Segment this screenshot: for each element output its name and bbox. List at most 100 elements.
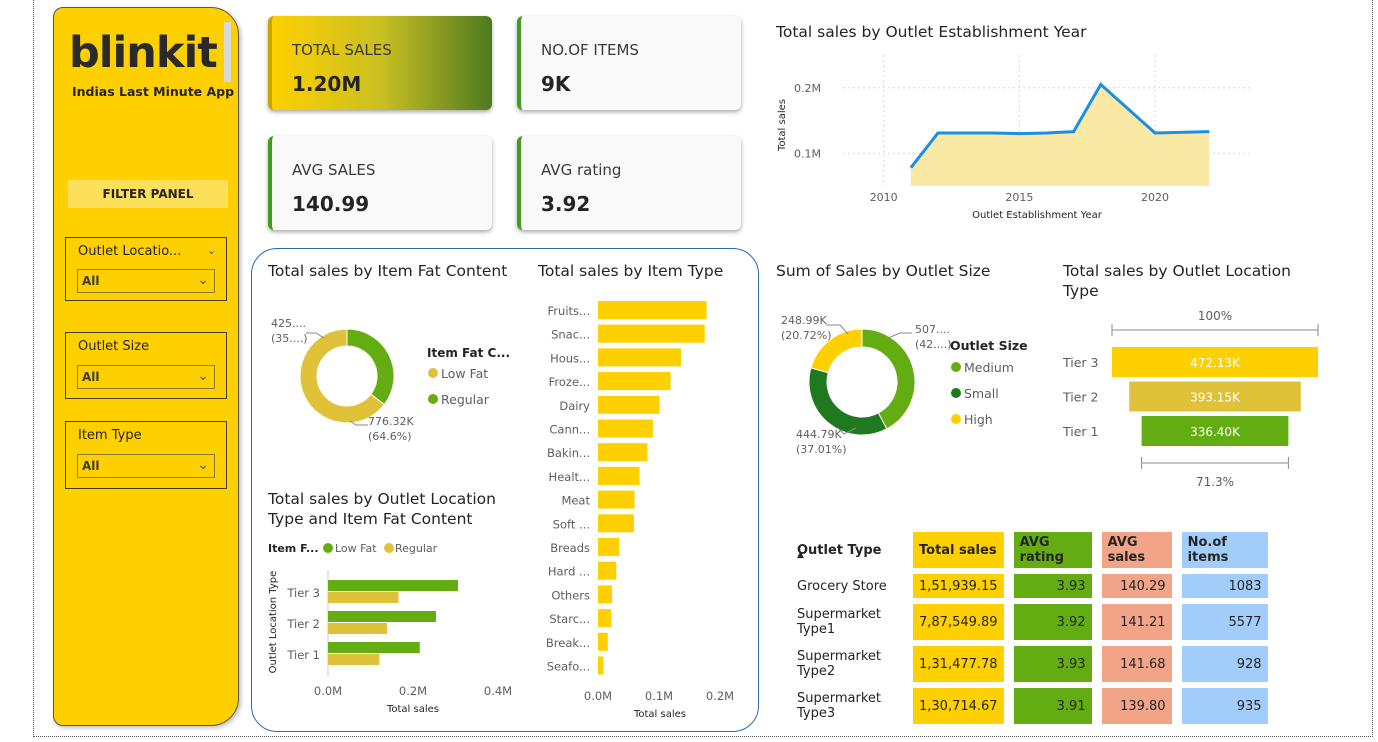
- sort-arrow-icon[interactable]: ▲: [797, 550, 804, 560]
- legend-title: Outlet Size: [950, 338, 1028, 353]
- bar: [598, 395, 660, 414]
- bar: [328, 611, 436, 622]
- cell-total-sales: 1,30,714.67: [913, 688, 1004, 724]
- legend-title: Item Fat C...: [427, 346, 510, 360]
- column-header-total-sales[interactable]: Total sales: [913, 532, 1004, 568]
- bar: [598, 561, 617, 580]
- slice-data-label: (64.6%): [368, 430, 412, 443]
- table-header-row: Outlet Type ▲ Total sales AVG rating AVG …: [791, 532, 1268, 568]
- legend-marker: [428, 394, 438, 404]
- column-header-avg-sales[interactable]: AVG sales: [1101, 532, 1172, 568]
- x-tick-label: 0.2M: [706, 689, 734, 703]
- slice-data-label: (20.72%): [781, 329, 832, 342]
- area-fill: [910, 84, 1210, 186]
- y-tick-label: 0.2M: [794, 82, 821, 95]
- category-label: Fruits...: [548, 304, 590, 318]
- table-row[interactable]: Grocery Store 1,51,939.15 3.93 140.29 10…: [791, 574, 1268, 598]
- y-axis-label: Outlet Location Type: [268, 571, 279, 674]
- cell-total-sales: 7,87,549.89: [913, 604, 1004, 640]
- bar: [598, 514, 634, 533]
- category-label: Tier 2: [1062, 390, 1098, 405]
- funnel-value-label: 336.40K: [1190, 425, 1241, 439]
- donut-slice: [346, 328, 395, 406]
- x-tick-label: 0.2M: [399, 684, 427, 698]
- category-label: Break...: [546, 636, 590, 650]
- x-tick-label: 2010: [870, 191, 898, 204]
- funnel-value-label: 472.13K: [1190, 356, 1241, 370]
- legend-label: Regular: [395, 542, 438, 555]
- legend-marker: [951, 414, 961, 424]
- cell-avg-sales: 140.29: [1101, 574, 1172, 598]
- legend-title: Item F...: [268, 542, 319, 555]
- category-label: Tier 1: [286, 648, 320, 662]
- leader-line: [887, 332, 912, 339]
- cell-avg-rating: 3.93: [1013, 646, 1092, 682]
- bar: [328, 592, 399, 603]
- x-axis-label: Outlet Establishment Year: [972, 210, 1103, 221]
- category-label: Seafo...: [547, 660, 590, 674]
- slice-data-label: 776.32K: [368, 415, 414, 428]
- legend-label: High: [964, 412, 993, 427]
- bar: [598, 609, 612, 628]
- y-tick-label: 0.1M: [794, 147, 821, 160]
- bar: [598, 585, 613, 604]
- y-axis-label: Total sales: [777, 99, 788, 152]
- slice-data-label: 248.99K: [781, 314, 827, 327]
- column-header-outlet-type[interactable]: Outlet Type ▲: [791, 532, 913, 568]
- cell-avg-rating: 3.93: [1013, 574, 1092, 598]
- cell-outlet-type: Supermarket Type1: [797, 607, 881, 637]
- legend-marker: [951, 362, 961, 372]
- bar: [598, 372, 671, 391]
- x-tick-label: 0.4M: [484, 684, 512, 698]
- table-row[interactable]: Supermarket Type1 7,87,549.89 3.92 141.2…: [791, 604, 1268, 640]
- category-label: Others: [551, 588, 590, 602]
- legend-label: Medium: [964, 360, 1014, 375]
- category-label: Meat: [561, 494, 590, 508]
- cell-avg-sales: 141.21: [1101, 604, 1172, 640]
- funnel-bottom-percent: 71.3%: [1196, 475, 1234, 489]
- x-tick-label: 0.0M: [584, 689, 612, 703]
- column-header-no-of-items[interactable]: No.of items: [1181, 532, 1268, 568]
- category-label: Snac...: [551, 328, 590, 342]
- legend-marker: [384, 543, 394, 553]
- category-label: Starc...: [549, 612, 590, 626]
- legend-label: Low Fat: [441, 366, 488, 381]
- x-axis-label: Total sales: [633, 709, 686, 720]
- bar: [598, 301, 707, 319]
- x-tick-label: 2020: [1141, 191, 1169, 204]
- category-label: Hard ...: [548, 565, 590, 579]
- legend-label: Small: [964, 386, 999, 401]
- table-row[interactable]: Supermarket Type2 1,31,477.78 3.93 141.6…: [791, 646, 1268, 682]
- cell-avg-rating: 3.91: [1013, 688, 1092, 724]
- bar: [328, 642, 420, 653]
- legend-marker: [428, 368, 438, 378]
- legend-marker: [323, 543, 333, 553]
- category-label: Cann...: [549, 423, 590, 437]
- category-label: Froze...: [549, 375, 590, 389]
- legend-marker: [951, 388, 961, 398]
- category-label: Breads: [550, 541, 590, 555]
- donut-slice: [861, 328, 916, 430]
- slice-data-label: (37.01%): [796, 443, 847, 456]
- funnel-top-percent: 100%: [1198, 309, 1232, 323]
- table-row[interactable]: Supermarket Type3 1,30,714.67 3.91 139.8…: [791, 688, 1268, 724]
- slice-data-label: (42....): [915, 338, 952, 351]
- cell-avg-sales: 141.68: [1101, 646, 1172, 682]
- x-tick-label: 2015: [1005, 191, 1033, 204]
- category-label: Tier 3: [286, 586, 320, 600]
- cell-outlet-type: Grocery Store: [797, 578, 887, 594]
- category-label: Tier 2: [286, 617, 320, 631]
- cell-no-of-items: 935: [1181, 688, 1268, 724]
- legend-label: Low Fat: [335, 542, 377, 555]
- column-header-avg-rating[interactable]: AVG rating: [1013, 532, 1092, 568]
- category-label: Hous...: [550, 351, 590, 365]
- donut-slice: [808, 367, 888, 436]
- slice-data-label: 507....: [915, 323, 950, 336]
- bar: [598, 348, 681, 367]
- category-label: Dairy: [559, 399, 590, 413]
- bar: [328, 623, 388, 634]
- slice-data-label: (35....): [271, 332, 308, 345]
- bar: [598, 656, 604, 675]
- bar: [598, 632, 608, 651]
- slice-data-label: 444.79K: [796, 428, 842, 441]
